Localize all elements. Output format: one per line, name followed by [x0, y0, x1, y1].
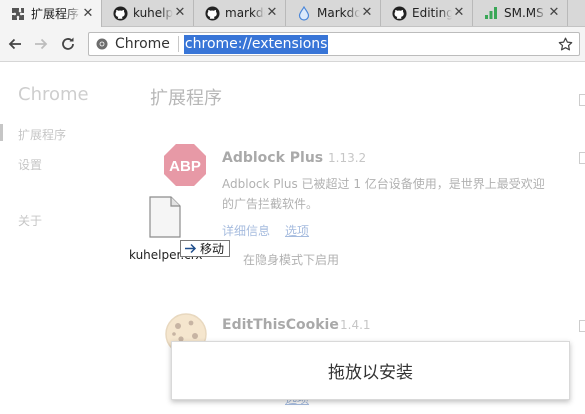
drop-zone-label: 拖放以安装 [328, 363, 413, 383]
signal-bars-icon [483, 5, 499, 21]
description-line: Adblock Plus 已被超过 1 亿台设备使用，是世界上最受欢迎 [222, 177, 545, 191]
details-link[interactable]: 详细信息 [222, 222, 270, 239]
abp-icon-text: ABP [169, 158, 201, 175]
back-button[interactable] [5, 34, 25, 54]
move-arrow-icon [183, 243, 197, 255]
tab-title: Markdown [317, 6, 360, 20]
abp-icon: ABP [162, 142, 208, 188]
close-icon[interactable]: ✕ [360, 6, 374, 20]
sidebar-item-about[interactable]: 关于 [18, 212, 42, 229]
options-link[interactable]: 选项 [285, 222, 309, 239]
close-icon[interactable]: ✕ [265, 6, 279, 20]
bookmark-star-icon[interactable] [557, 36, 573, 52]
forward-button[interactable] [31, 34, 51, 54]
omnibox-divider [177, 36, 179, 52]
extension-name: Adblock Plus [222, 150, 324, 166]
address-bar[interactable]: Chrome chrome://extensions [88, 32, 580, 56]
puzzle-icon [10, 6, 26, 22]
developer-mode-checkbox[interactable] [579, 94, 585, 106]
github-icon [204, 5, 220, 21]
reload-icon [62, 37, 74, 50]
enable-checkbox[interactable] [579, 152, 585, 164]
tab-title: markdown [225, 6, 265, 20]
security-chip-label: Chrome [115, 36, 170, 52]
tab-markdown[interactable]: markdown ✕ [194, 0, 286, 26]
dragged-file-icon [149, 196, 181, 238]
tab-title: Editing [412, 6, 452, 20]
incognito-label[interactable]: 在隐身模式下启用 [243, 251, 339, 268]
extension-name: EditThisCookie [222, 317, 339, 333]
github-icon [391, 5, 407, 21]
tab-kuhelper[interactable]: kuhelper ✕ [102, 0, 194, 26]
tab-editing[interactable]: Editing ✕ [381, 0, 473, 26]
sidebar-title: Chrome [18, 84, 89, 105]
tab-title: 扩展程序 [31, 7, 80, 21]
sidebar-item-settings[interactable]: 设置 [18, 156, 42, 173]
toolbar: Chrome chrome://extensions [0, 27, 585, 62]
drag-tooltip-label: 移动 [200, 242, 225, 256]
forward-arrow-icon [35, 38, 48, 50]
extension-description: Adblock Plus 已被超过 1 亿台设备使用，是世界上最受欢迎 的广告拦… [222, 174, 545, 214]
close-icon[interactable]: ✕ [547, 6, 561, 20]
enable-checkbox[interactable] [579, 320, 585, 332]
drop-icon [296, 5, 312, 21]
close-icon[interactable]: ✕ [81, 6, 95, 21]
tab-title: kuhelper [133, 6, 173, 20]
extension-version: 1.4.1 [340, 318, 371, 332]
extensions-page: Chrome 扩展程序 设置 关于 扩展程序 ABP Adblock Plus … [0, 62, 585, 414]
chrome-icon [95, 37, 109, 51]
tab-extensions[interactable]: 扩展程序 ✕ [0, 0, 102, 27]
url-text[interactable]: chrome://extensions [183, 34, 329, 54]
sidebar-selection-marker [0, 124, 3, 141]
drop-to-install-zone[interactable]: 拖放以安装 [171, 341, 570, 400]
description-line: 的广告拦截软件。 [222, 197, 319, 211]
back-arrow-icon [8, 38, 21, 50]
github-icon [112, 5, 128, 21]
drag-move-tooltip: 移动 [180, 240, 231, 257]
sidebar-item-extensions[interactable]: 扩展程序 [18, 126, 66, 143]
extension-version: 1.13.2 [328, 151, 367, 165]
reload-button[interactable] [58, 34, 78, 54]
close-icon[interactable]: ✕ [173, 6, 187, 20]
tab-smms[interactable]: SM.MS ✕ [473, 0, 568, 26]
close-icon[interactable]: ✕ [452, 6, 466, 20]
tab-title: SM.MS [504, 6, 544, 20]
tab-markdown-editor[interactable]: Markdown ✕ [286, 0, 381, 26]
tab-strip: 扩展程序 ✕ kuhelper ✕ markdown ✕ Markdown ✕ [0, 0, 585, 27]
browser-window: 扩展程序 ✕ kuhelper ✕ markdown ✕ Markdown ✕ [0, 0, 585, 414]
page-title: 扩展程序 [150, 88, 222, 109]
